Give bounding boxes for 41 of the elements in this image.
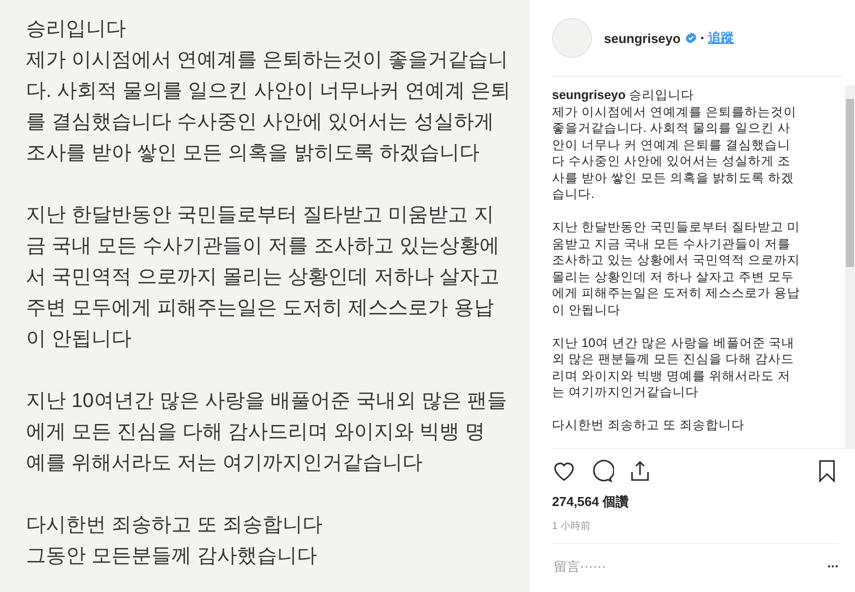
- caption-line: 이 안됩니다: [552, 302, 620, 318]
- caption-line: seungriseyo 승리입니다: [552, 87, 694, 104]
- note-text-line: 금 국내 모든 수사기관들이 저를 조사하고 있는상황에: [26, 234, 500, 259]
- comment-icon[interactable]: [590, 459, 614, 483]
- caption-line: 움받고 지금 국내 모든 수사기관들이 저를: [552, 236, 790, 252]
- comment-field[interactable]: 留言⋯⋯: [552, 558, 828, 574]
- caption-line: 좋을거같습니다. 사회적 물의를 일으킨 사: [552, 120, 790, 136]
- note-text-line: 예를 위해서라도 저는 여기까지인거같습니다: [26, 451, 423, 476]
- caption-line: 외 많은 팬분들께 모든 진심을 다해 감사드: [552, 351, 794, 368]
- note-text-line: 지난 10여년간 많은 사랑을 배풀어준 국내외 많은 팬들: [26, 389, 508, 414]
- caption-line: 사를 받아 쌓인 모든 의혹을 밝히도록 하겠: [552, 170, 794, 186]
- caption-line: 안이 너무나 커 연예계 은퇴를 결심했습니: [552, 136, 790, 153]
- note-text-line: 에게 모든 진심을 다해 감사드리며 와이지와 빅뱅 명: [26, 420, 485, 445]
- note-text-line: 주변 모두에게 피해주는일은 도저히 제스스로가 용납: [26, 296, 494, 321]
- scrollbar[interactable]: [845, 85, 855, 448]
- caption-line: 몰리는 상황인데 저 하나 살자고 주변 모두: [552, 268, 794, 285]
- like-count[interactable]: 274,564 個讚: [552, 493, 855, 511]
- note-text-line: 승리입니다: [26, 17, 126, 42]
- caption-line: 지난 한달반동안 국민들로부터 질타받고 미: [552, 219, 800, 236]
- separator-dot: •: [700, 33, 704, 43]
- caption-line: 리며 와이지와 빅뱅 명예를 위해서라도 저: [552, 368, 790, 384]
- note-text-line: 를 결심했습니다 수사중인 사안에 있어서는 성실하게: [26, 110, 494, 135]
- more-options-button[interactable]: •••: [828, 562, 839, 570]
- note-text-line: 다시한번 죄송하고 또 죄송합니다: [26, 513, 323, 538]
- caption-line: 다 수사중인 사안에 있어서는 성실하게 조: [552, 153, 790, 170]
- caption-line: 제가 이시점에서 연예계를 은퇴를하는것이: [552, 104, 796, 120]
- note-text-line: 이 안됩니다: [26, 327, 132, 352]
- note-text-line: 지난 한달반동안 국민들로부터 질타받고 미움받고 지: [26, 203, 494, 228]
- timestamp: 1 小時前: [552, 520, 592, 533]
- caption-line: 조사하고 있는 상황에서 국민역적 으로까지: [552, 252, 800, 268]
- note-text-line: 조사를 받아 쌓인 모든 의혹을 밝히도록 하겠습니다: [26, 141, 480, 166]
- username[interactable]: seungriseyo: [604, 30, 681, 46]
- caption-line: 지난 10여 년간 많은 사랑을 베풀어준 국내: [552, 334, 795, 351]
- note-text-line: 다. 사회적 물의를 일으킨 사안이 너무나커 연예계 은퇴: [26, 79, 510, 104]
- caption-line: 다시한번 죄송하고 또 죄송합니다: [552, 417, 744, 434]
- caption-line: 에게 피해주는일은 도저히 제스스로가 용납: [552, 285, 800, 302]
- note-text-line: 제가 이시점에서 연예계를 은퇴하는것이 좋을거같습니: [26, 48, 508, 73]
- caption-line: 는 여기까지인거같습니다: [552, 384, 698, 400]
- note-text-line: 서 국민역적 으로까지 몰리는 상황인데 저하나 살자고: [26, 265, 500, 290]
- caption-line: 습니다.: [552, 186, 594, 202]
- note-text-line: 그동안 모든분들께 감사했습니다: [26, 544, 318, 569]
